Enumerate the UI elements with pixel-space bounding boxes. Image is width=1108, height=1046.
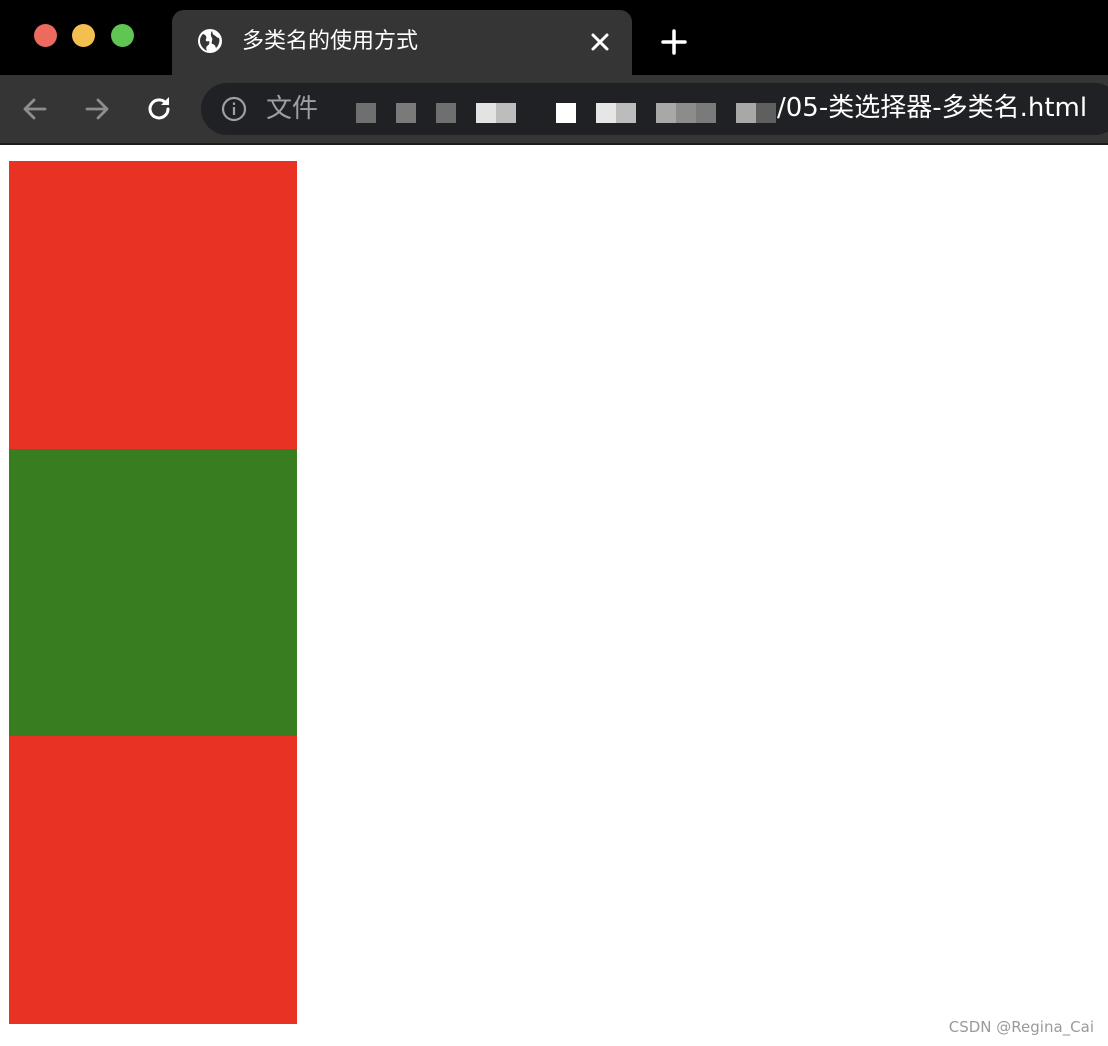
tab-title: 多类名的使用方式	[242, 29, 419, 54]
active-tab[interactable]: 多类名的使用方式	[172, 10, 632, 75]
url-scheme-label: 文件	[266, 94, 319, 124]
watermark: CSDN @Regina_Cai	[948, 1018, 1094, 1036]
red-box	[9, 736, 297, 1024]
arrow-left-icon[interactable]	[20, 94, 50, 124]
close-icon[interactable]	[588, 30, 612, 54]
redacted-url-path	[351, 98, 781, 123]
plus-icon[interactable]	[660, 28, 688, 56]
window-maximize-button[interactable]	[111, 24, 134, 47]
window-minimize-button[interactable]	[72, 24, 95, 47]
red-box	[9, 161, 297, 449]
reload-icon[interactable]	[144, 94, 174, 124]
window-close-button[interactable]	[34, 24, 57, 47]
page-content: CSDN @Regina_Cai	[0, 145, 1108, 1046]
arrow-right-icon[interactable]	[82, 94, 112, 124]
browser-toolbar: 文件 /05-类选择器-多类名.html	[0, 75, 1108, 145]
url-text: /05-类选择器-多类名.html	[777, 93, 1088, 123]
green-box	[9, 449, 297, 737]
address-bar[interactable]: 文件 /05-类选择器-多类名.html	[201, 83, 1108, 135]
tab-strip: 多类名的使用方式	[0, 0, 1108, 75]
globe-icon	[198, 29, 222, 53]
info-icon[interactable]	[221, 96, 247, 122]
